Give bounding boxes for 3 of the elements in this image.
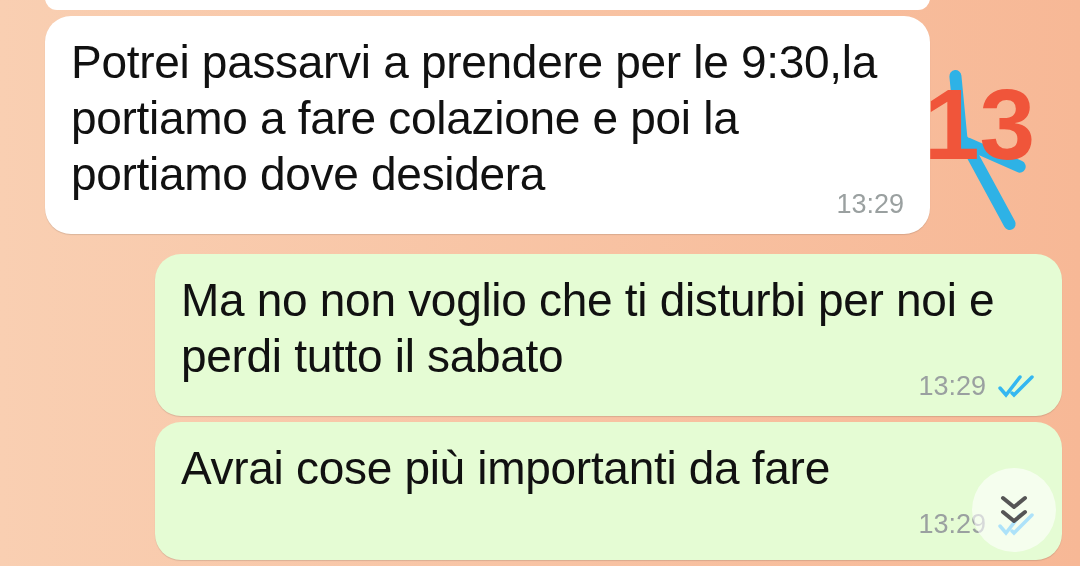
double-chevron-down-icon	[999, 494, 1029, 526]
message-text: Avrai cose più importanti da fare	[181, 441, 831, 496]
message-time: 13:29	[918, 508, 986, 540]
